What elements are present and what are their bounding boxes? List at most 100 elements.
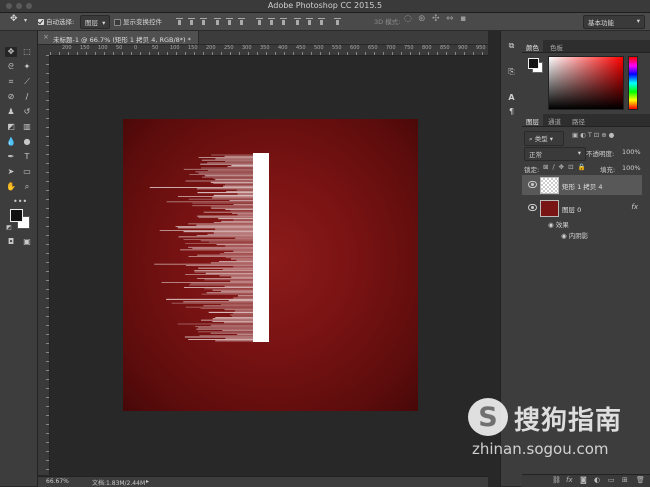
blend-mode-value: 正常 xyxy=(529,151,542,159)
screen-mode-icon[interactable]: ▣ xyxy=(21,237,33,247)
blend-mode-select[interactable]: 正常 ▾ xyxy=(524,147,586,161)
show-transform-checkbox[interactable]: 显示变换控件 xyxy=(114,16,162,26)
tab-color[interactable]: 颜色 xyxy=(522,40,543,52)
visibility-eye-icon[interactable] xyxy=(528,204,537,211)
dodge-tool-icon[interactable]: ● xyxy=(21,137,33,147)
brush-tool-icon[interactable]: ∕ xyxy=(21,92,33,102)
path-selection-tool-icon[interactable]: ➤ xyxy=(5,167,17,177)
zoom-level[interactable]: 66.67% xyxy=(46,478,69,485)
clone-stamp-tool-icon[interactable]: ♟ xyxy=(5,107,17,117)
new-group-icon[interactable]: ▭ xyxy=(608,476,615,484)
tool-preset-dropdown-icon[interactable]: ▾ xyxy=(24,17,27,24)
properties-panel-icon[interactable]: ⎘ xyxy=(507,67,516,76)
horizontal-ruler[interactable]: 200 150 100 50 0 50 100 150 200 250 300 350 400 450 50… xyxy=(50,45,488,56)
ruler-tick-label: 500 xyxy=(314,45,324,51)
align-hcenter-icon[interactable] xyxy=(226,17,233,25)
tab-channels[interactable]: 通道 xyxy=(548,116,561,126)
sogou-logo: S xyxy=(468,398,508,436)
scale-3d-icon[interactable]: ▪ xyxy=(460,14,466,24)
pen-tool-icon[interactable]: ✒ xyxy=(5,152,17,162)
quick-mask-icon[interactable]: ◘ xyxy=(5,237,17,247)
pan-3d-icon[interactable]: ✣ xyxy=(432,14,440,24)
auto-select-checkbox[interactable]: 自动选择: xyxy=(38,16,74,26)
align-bottom-icon[interactable] xyxy=(200,17,207,25)
close-icon[interactable]: × xyxy=(43,33,49,41)
tab-paths[interactable]: 路径 xyxy=(572,116,585,126)
workspace-select[interactable]: 基本功能 ▾ xyxy=(583,15,645,29)
effect-item[interactable]: ◉ 内阴影 xyxy=(561,230,588,240)
rectangle-tool-icon[interactable]: ▭ xyxy=(21,167,33,177)
auto-select-target-select[interactable]: 图层 ▾ xyxy=(80,15,111,29)
document-tab[interactable]: × 未标题-1 @ 66.7% (矩形 1 拷贝 4, RGB/8*) * xyxy=(38,31,199,44)
character-panel-icon[interactable]: A xyxy=(507,93,516,102)
default-colors-icon[interactable]: ◩ xyxy=(3,223,15,233)
layer-filter-select[interactable]: ⌕ 类型 ▾ xyxy=(524,131,564,146)
fill-value[interactable]: 100% xyxy=(622,164,641,172)
delete-layer-icon[interactable]: 🗑 xyxy=(636,476,645,484)
toolbox: ✥ ⬚ ᘓ ✦ ⌗ ⟋ ⊘ ∕ ♟ ↺ ◩ ▥ 💧 ● ✒ T ➤ ▭ ✋ ⌕ … xyxy=(0,31,38,486)
ruler-tick-label: 0 xyxy=(134,45,138,51)
lasso-tool-icon[interactable]: ᘓ xyxy=(5,62,17,72)
zoom-tool-icon[interactable]: ⌕ xyxy=(21,182,33,192)
align-right-icon[interactable] xyxy=(238,17,245,25)
type-tool-icon[interactable]: T xyxy=(21,152,33,162)
move-tool-icon[interactable]: ✥ xyxy=(10,14,18,24)
color-panel-tabs: 颜色 色板 xyxy=(522,40,650,53)
magic-wand-tool-icon[interactable]: ✦ xyxy=(21,62,33,72)
distribute-right-icon[interactable] xyxy=(318,17,325,25)
hue-slider[interactable] xyxy=(628,56,638,110)
marquee-tool-icon[interactable]: ⬚ xyxy=(21,47,33,57)
align-vcenter-icon[interactable] xyxy=(188,17,195,25)
hand-tool-icon[interactable]: ✋ xyxy=(5,182,17,192)
eye-icon[interactable]: ◉ xyxy=(548,221,554,229)
eraser-tool-icon[interactable]: ◩ xyxy=(5,122,17,132)
align-left-icon[interactable] xyxy=(214,17,221,25)
auto-align-icon[interactable] xyxy=(334,17,341,25)
document-canvas[interactable] xyxy=(123,119,418,411)
eye-icon[interactable]: ◉ xyxy=(561,232,567,240)
adjustment-layer-icon[interactable]: ◐ xyxy=(594,476,600,484)
new-layer-icon[interactable]: ⊞ xyxy=(622,476,628,484)
link-layers-icon[interactable]: ⛓ xyxy=(552,476,561,484)
layer-filter-icons[interactable]: ▣◐T⊡⊕● xyxy=(572,131,616,139)
move-tool-icon[interactable]: ✥ xyxy=(5,47,17,57)
distribute-hcenter-icon[interactable] xyxy=(306,17,313,25)
color-picker-field[interactable] xyxy=(548,56,624,110)
tab-layers[interactable]: 图层 xyxy=(522,114,543,126)
tab-swatches[interactable]: 色板 xyxy=(550,42,563,52)
blur-tool-icon[interactable]: 💧 xyxy=(5,137,17,147)
slide-3d-icon[interactable]: ⇔ xyxy=(446,14,454,24)
opacity-value[interactable]: 100% xyxy=(622,148,641,156)
ruler-tick-label: 850 xyxy=(440,45,450,51)
more-tools-icon[interactable]: ••• xyxy=(13,197,27,207)
add-style-icon[interactable]: fx xyxy=(566,476,573,484)
healing-brush-tool-icon[interactable]: ⊘ xyxy=(5,92,17,102)
eyedropper-tool-icon[interactable]: ⟋ xyxy=(21,77,33,87)
ruler-tick-label: 550 xyxy=(332,45,342,51)
lock-icons[interactable]: ⊠∕✥⊡🔒 xyxy=(543,163,590,171)
layer-row[interactable]: 图层 0 fx xyxy=(522,198,642,218)
distribute-left-icon[interactable] xyxy=(294,17,301,25)
align-top-icon[interactable] xyxy=(176,17,183,25)
layer-row[interactable]: 矩形 1 拷贝 4 xyxy=(522,175,642,195)
history-brush-tool-icon[interactable]: ↺ xyxy=(21,107,33,117)
paragraph-panel-icon[interactable]: ¶ xyxy=(507,107,516,116)
distribute-top-icon[interactable] xyxy=(256,17,263,25)
history-panel-icon[interactable]: ⧉ xyxy=(507,41,516,50)
foreground-color-swatch[interactable] xyxy=(10,209,23,222)
panel-foreground-swatch[interactable] xyxy=(528,58,539,69)
add-mask-icon[interactable]: ◙ xyxy=(580,476,587,484)
layers-panel-tabs: 图层 通道 路径 xyxy=(522,114,650,127)
effects-row[interactable]: ◉ 效果 xyxy=(548,219,569,229)
visibility-eye-icon[interactable] xyxy=(528,181,537,188)
status-menu-icon[interactable]: ▸ xyxy=(146,478,149,485)
vertical-ruler[interactable] xyxy=(38,55,50,475)
distribute-vcenter-icon[interactable] xyxy=(268,17,275,25)
fx-icon[interactable]: fx xyxy=(631,203,638,211)
crop-tool-icon[interactable]: ⌗ xyxy=(5,77,17,87)
orbit-3d-icon[interactable]: ◌ xyxy=(404,14,412,24)
distribute-bottom-icon[interactable] xyxy=(280,17,287,25)
gradient-tool-icon[interactable]: ▥ xyxy=(21,122,33,132)
roll-3d-icon[interactable]: ⊛ xyxy=(418,14,426,24)
layer-name: 矩形 1 拷贝 4 xyxy=(562,183,603,191)
